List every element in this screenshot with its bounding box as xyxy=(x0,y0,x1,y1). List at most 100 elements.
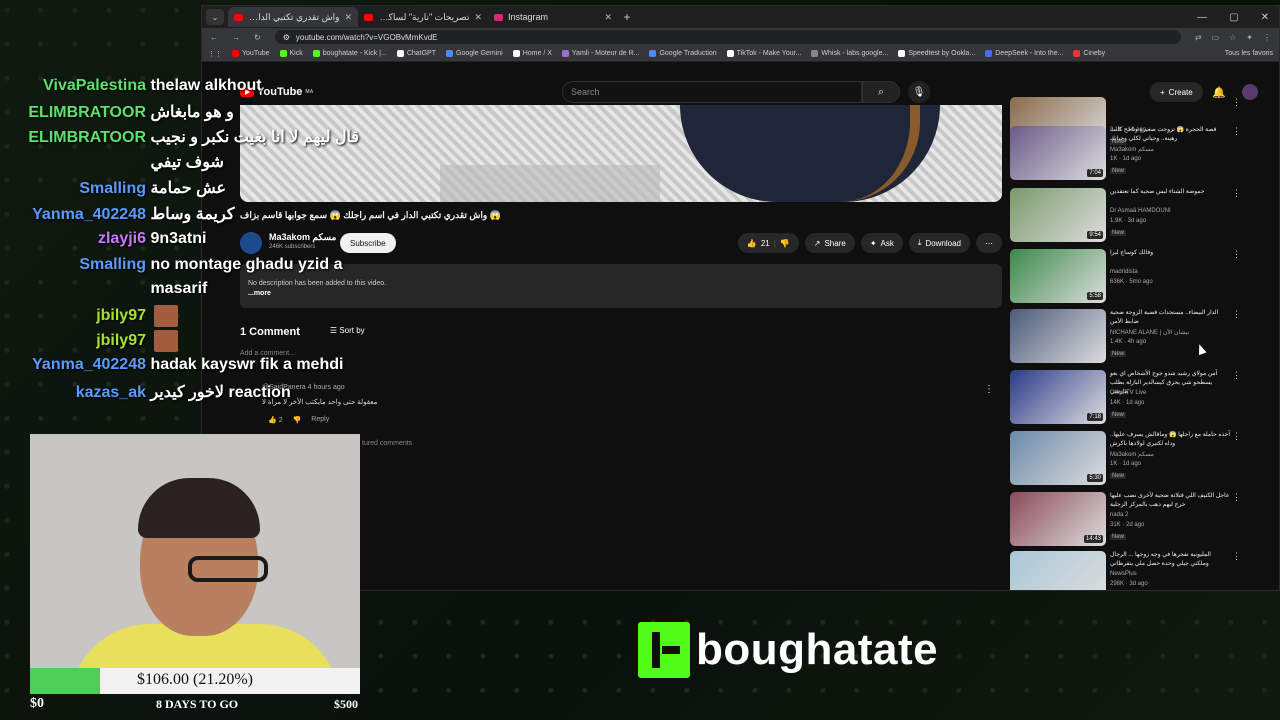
video-thumbnail[interactable]: 14:43 xyxy=(1010,492,1106,546)
recommended-more-icon[interactable]: ⋮ xyxy=(1232,188,1241,199)
microphone-icon[interactable]: 🎙 xyxy=(908,81,930,103)
all-bookmarks[interactable]: Tous les favoris xyxy=(1225,50,1273,57)
recommended-video[interactable]: الدار البيضاء.. مستجدات قضية الزوجة ضحية… xyxy=(1010,309,1270,367)
bookmark-star-icon[interactable]: ☆ xyxy=(1229,33,1236,42)
bookmark-item[interactable]: DeepSeek - Into the... xyxy=(985,50,1063,57)
thumbs-down-icon[interactable]: 👎 xyxy=(780,239,790,248)
bookmark-item[interactable]: TikTok - Make Your... xyxy=(726,50,801,57)
chat-username[interactable]: ELIMBRATOOR xyxy=(0,104,146,122)
video-thumbnail[interactable] xyxy=(1010,551,1106,590)
recommended-video[interactable]: 5:58 وقالك كوساج لبرا madridista 636K · … xyxy=(1010,249,1270,307)
recommended-video[interactable]: 9:54 حموضة الشتاء ليس صحية كما تعتقدين D… xyxy=(1010,188,1270,246)
chat-username[interactable]: jbily97 xyxy=(0,307,146,325)
download-button[interactable]: ⤓ Download xyxy=(908,233,970,253)
chat-username[interactable]: zlayji6 xyxy=(0,230,146,248)
recommended-channel[interactable]: Dr Asmaâ HAMDOUNI xyxy=(1110,208,1171,214)
recommended-video[interactable]: 14:43 عاجل الكتيف اللي قتلاتة ضحية لأخرى… xyxy=(1010,492,1270,550)
recommended-channel[interactable]: NewsPlus xyxy=(1110,571,1137,577)
recommended-video[interactable]: 7:04 قصة الحجرة 😱 تزوجت صغيرة وناجح كانت… xyxy=(1010,126,1270,184)
recommended-more-icon[interactable]: ⋮ xyxy=(1232,309,1241,320)
apps-grid-icon[interactable]: ⋮⋮ xyxy=(208,50,222,58)
bookmark-item[interactable]: boughatate - Kick |... xyxy=(312,50,387,57)
recommended-channel[interactable]: madridista xyxy=(1110,269,1138,275)
chat-username[interactable]: kazas_ak xyxy=(0,384,146,402)
site-info-icon[interactable]: ⚙ xyxy=(283,33,290,42)
tab-search-chevron-icon[interactable]: ⌄ xyxy=(206,9,224,25)
recommended-more-icon[interactable]: ⋮ xyxy=(1232,492,1241,503)
video-thumbnail[interactable]: 5:30 xyxy=(1010,431,1106,485)
reply-button[interactable]: Reply xyxy=(311,416,329,424)
tab-close-icon[interactable]: ✕ xyxy=(344,12,352,23)
recommended-title[interactable]: آخذه حاملة مع راجلها 😱 وماقالش يسرف عليه… xyxy=(1110,431,1230,449)
comment-more-icon[interactable]: ⋮ xyxy=(984,384,994,395)
share-button[interactable]: ↗ Share xyxy=(804,233,855,253)
comment-like-icon[interactable]: 👍 2 xyxy=(268,416,283,424)
forward-icon[interactable]: → xyxy=(232,33,240,42)
new-tab-button[interactable]: + xyxy=(618,10,636,24)
bookmark-item[interactable]: YouTube xyxy=(232,50,270,57)
chat-username[interactable]: Smalling xyxy=(0,256,146,274)
bookmark-item[interactable]: Speedtest by Ookla... xyxy=(898,50,975,57)
recommended-title[interactable]: حموضة الشتاء ليس صحية كما تعتقدين xyxy=(1110,188,1230,197)
recommended-more-icon[interactable]: ⋮ xyxy=(1232,126,1241,137)
subscribe-button[interactable]: Subscribe xyxy=(340,233,396,253)
close-window-icon[interactable]: ✕ xyxy=(1261,12,1269,23)
recommended-channel[interactable]: Ma3akom مسكم xyxy=(1110,451,1154,458)
bookmark-item[interactable]: Cineby xyxy=(1073,50,1105,57)
recommended-title[interactable]: عاجل الكتيف اللي قتلاتة ضحية لأخرى نصب ع… xyxy=(1110,492,1230,510)
bookmark-item[interactable]: ChatGPT xyxy=(396,50,436,57)
chat-username[interactable]: Yanma_402248 xyxy=(0,206,146,224)
browser-tab[interactable]: واش تقدري تكتبي الدار في اسم ✕ xyxy=(228,7,358,27)
bookmark-item[interactable]: Google Gemini xyxy=(446,50,503,57)
video-thumbnail[interactable] xyxy=(1010,309,1106,363)
recommended-title[interactable]: قصة الحجرة 😱 تزوجت صغيرة وناجح كانت رهين… xyxy=(1110,126,1230,144)
recommended-title[interactable]: الدار البيضاء.. مستجدات قضية الزوجة ضحية… xyxy=(1110,309,1230,327)
recommended-more-icon[interactable]: ⋮ xyxy=(1232,370,1241,381)
bookmark-item[interactable]: Home / X xyxy=(512,50,552,57)
video-thumbnail[interactable]: 9:54 xyxy=(1010,188,1106,242)
sort-by-button[interactable]: ☰ Sort by xyxy=(330,326,365,338)
video-player[interactable] xyxy=(240,105,1002,202)
recommended-more-icon[interactable]: ⋮ xyxy=(1232,97,1241,108)
search-icon[interactable]: ⌕ xyxy=(862,81,900,103)
like-button[interactable]: 👍 21 | 👎 xyxy=(737,233,799,253)
maximize-icon[interactable]: ▢ xyxy=(1229,12,1238,23)
video-thumbnail[interactable]: 7:04 xyxy=(1010,126,1106,180)
recommended-channel[interactable]: nada 2 xyxy=(1110,512,1128,518)
bookmark-item[interactable]: Yamli - Moteur de R... xyxy=(561,50,639,57)
chat-username[interactable]: Smalling xyxy=(0,180,146,198)
recommended-channel[interactable]: NICHANE ALANE | نيشان الآن xyxy=(1110,329,1189,336)
bookmark-item[interactable]: Kick xyxy=(279,50,303,57)
menu-icon[interactable]: ⋮ xyxy=(1263,33,1271,42)
cast-icon[interactable]: ▭ xyxy=(1212,33,1220,42)
browser-tab[interactable]: تصريحات "نارية" لساكنة المدينة ✕ xyxy=(358,7,488,27)
description-more[interactable]: ...more xyxy=(248,290,994,297)
back-icon[interactable]: ← xyxy=(210,33,218,42)
chat-username[interactable]: Yanma_402248 xyxy=(0,356,146,374)
description-box[interactable]: No description has been added to this vi… xyxy=(240,264,1002,308)
video-thumbnail[interactable]: 7:18 xyxy=(1010,370,1106,424)
recommended-channel[interactable]: Ma3akom مسكم xyxy=(1110,146,1154,153)
ask-button[interactable]: ✦ Ask xyxy=(860,233,903,253)
tab-close-icon[interactable]: ✕ xyxy=(474,12,482,23)
tab-close-icon[interactable]: ✕ xyxy=(604,12,612,23)
reload-icon[interactable]: ↻ xyxy=(254,33,261,42)
bookmark-item[interactable]: Whisk - labs.google... xyxy=(811,50,888,57)
recommended-video[interactable]: 7:18 آمن مولاي رشيد شدو جوج الأشخاص اي ب… xyxy=(1010,370,1270,428)
more-actions-icon[interactable]: ⋯ xyxy=(976,233,1002,253)
recommended-title[interactable]: المليونية تفجرها في وجه زوجها ... الرجال… xyxy=(1110,551,1230,569)
recommended-video[interactable]: 5:30 آخذه حاملة مع راجلها 😱 وماقالش يسرف… xyxy=(1010,431,1270,489)
extensions-icon[interactable]: ✦ xyxy=(1246,33,1253,42)
channel-name[interactable]: Ma3akom مسكم xyxy=(269,232,336,243)
minimize-icon[interactable]: — xyxy=(1197,12,1207,23)
recommended-more-icon[interactable]: ⋮ xyxy=(1232,431,1241,442)
channel-avatar[interactable] xyxy=(240,232,262,254)
chat-username[interactable]: VivaPalestina xyxy=(0,77,146,95)
browser-tab[interactable]: Instagram ✕ xyxy=(488,7,618,27)
bookmark-item[interactable]: Google Traduction xyxy=(649,50,717,57)
chat-username[interactable]: ELIMBRATOOR xyxy=(0,129,146,147)
chat-username[interactable]: jbily97 xyxy=(0,332,146,350)
search-input[interactable]: Search xyxy=(562,81,862,103)
url-field[interactable]: ⚙ youtube.com/watch?v=VGOBvMmKvdE xyxy=(274,30,1181,44)
comment-dislike-icon[interactable]: 👎 xyxy=(293,416,302,424)
